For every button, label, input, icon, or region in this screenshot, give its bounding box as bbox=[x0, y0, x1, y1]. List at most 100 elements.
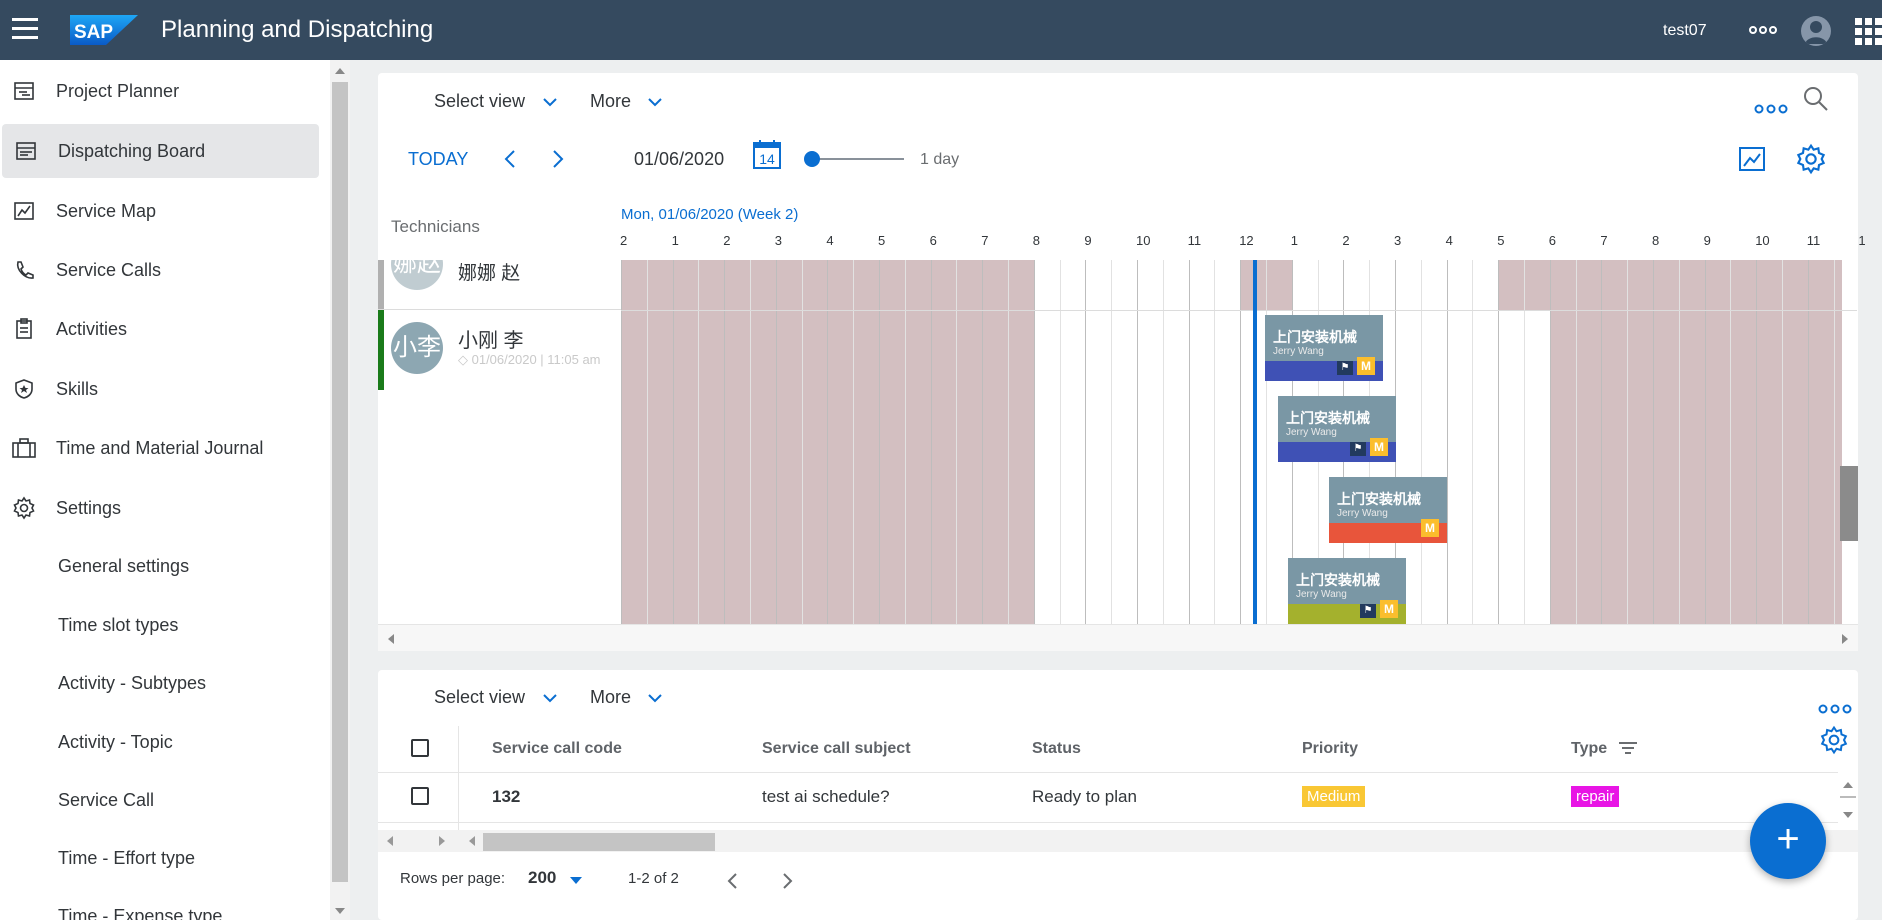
date-input[interactable]: 01/06/2020 bbox=[634, 149, 724, 170]
grid-line bbox=[1214, 260, 1216, 624]
map-icon bbox=[12, 199, 36, 223]
activity-block[interactable]: 上门安装机械 Jerry Wang ⚑ M bbox=[1278, 396, 1396, 462]
sidebar-item-project-planner[interactable]: Project Planner bbox=[0, 64, 317, 118]
sidebar-subitem-service-call[interactable]: Service Call bbox=[58, 784, 154, 816]
select-view-button[interactable]: Select view bbox=[434, 91, 525, 112]
grid-line bbox=[1653, 260, 1654, 624]
scroll-left-icon[interactable] bbox=[388, 634, 394, 644]
sidebar-item-label: Time and Material Journal bbox=[56, 437, 264, 458]
side-navigation: Project Planner Dispatching Board Servic… bbox=[0, 60, 330, 920]
more-button[interactable]: More bbox=[590, 687, 631, 708]
next-page-icon[interactable] bbox=[782, 872, 794, 890]
activity-block[interactable]: 上门安装机械 Jerry Wang ⚑ M bbox=[1288, 558, 1406, 624]
grid-line bbox=[827, 260, 829, 624]
column-header-priority[interactable]: Priority bbox=[1302, 740, 1358, 758]
product-switch-icon[interactable] bbox=[1855, 18, 1882, 45]
scrollbar-thumb[interactable] bbox=[332, 82, 348, 882]
rows-per-page-select[interactable]: 200 bbox=[528, 868, 556, 888]
sidebar-item-time-material[interactable]: Time and Material Journal bbox=[0, 421, 317, 475]
next-icon[interactable] bbox=[552, 149, 564, 169]
scroll-left-icon[interactable] bbox=[468, 836, 476, 846]
sidenav-scrollbar[interactable] bbox=[330, 60, 350, 920]
technician-row[interactable]: 娜赵 娜娜 赵 bbox=[378, 260, 621, 310]
activity-title: 上门安装机械 bbox=[1286, 410, 1370, 426]
more-options-icon[interactable] bbox=[1748, 20, 1778, 36]
hour-tick-label: 9 bbox=[1703, 233, 1711, 248]
scroll-left-icon[interactable] bbox=[386, 836, 394, 846]
overflow-icon[interactable] bbox=[1754, 101, 1788, 115]
sidebar-subitem-time-effort-type[interactable]: Time - Effort type bbox=[58, 842, 195, 874]
chevron-down-icon[interactable] bbox=[543, 694, 557, 703]
hour-tick-label: 5 bbox=[1497, 233, 1505, 248]
today-button[interactable]: TODAY bbox=[408, 149, 468, 170]
more-button[interactable]: More bbox=[590, 91, 631, 112]
priority-badge: M bbox=[1357, 357, 1375, 375]
user-name[interactable]: test07 bbox=[1663, 22, 1707, 40]
column-header-status[interactable]: Status bbox=[1032, 740, 1081, 758]
caret-down-icon[interactable] bbox=[570, 877, 582, 885]
sidebar-subitem-activity-subtypes[interactable]: Activity - Subtypes bbox=[58, 667, 206, 699]
table-horizontal-scrollbar[interactable] bbox=[378, 830, 1858, 852]
sidebar-subitem-time-slot-types[interactable]: Time slot types bbox=[58, 609, 178, 641]
service-call-code-link[interactable]: 132 bbox=[492, 787, 520, 807]
table-vertical-scrollbar[interactable] bbox=[1838, 778, 1858, 822]
technician-row[interactable]: 小李 小刚 李 ◇ 01/06/2020 | 11:05 am bbox=[378, 310, 621, 390]
pagination-range: 1-2 of 2 bbox=[628, 870, 679, 887]
sidebar-subitem-activity-topic[interactable]: Activity - Topic bbox=[58, 726, 173, 758]
gantt-horizontal-scrollbar[interactable] bbox=[378, 624, 1858, 651]
sidebar-subitem-time-expense-type[interactable]: Time - Expense type bbox=[58, 900, 222, 920]
add-button[interactable]: + bbox=[1750, 803, 1826, 879]
grid-line bbox=[982, 260, 984, 624]
map-view-icon[interactable] bbox=[1738, 145, 1766, 173]
scroll-up-icon[interactable] bbox=[335, 68, 345, 74]
activity-block[interactable]: 上门安装机械 Jerry Wang M bbox=[1329, 477, 1447, 543]
grid-line bbox=[1472, 260, 1474, 624]
calendar-icon[interactable]: 14 bbox=[753, 139, 781, 169]
column-header-subject[interactable]: Service call subject bbox=[762, 740, 911, 758]
scrollbar-thumb[interactable] bbox=[483, 833, 715, 851]
gantt-vertical-scrollbar[interactable] bbox=[1840, 466, 1858, 541]
chevron-down-icon[interactable] bbox=[648, 98, 662, 107]
menu-icon[interactable] bbox=[12, 18, 38, 40]
svg-text:SAP: SAP bbox=[74, 22, 113, 43]
search-icon[interactable] bbox=[1802, 85, 1830, 113]
overflow-icon[interactable] bbox=[1818, 702, 1852, 716]
scroll-right-icon[interactable] bbox=[438, 836, 446, 846]
hour-tick-label: 1 bbox=[1858, 233, 1866, 248]
sidebar-item-skills[interactable]: Skills bbox=[0, 362, 317, 416]
grid-line bbox=[1833, 260, 1835, 624]
sidebar-item-label: Service Map bbox=[56, 200, 157, 221]
filter-icon[interactable] bbox=[1618, 740, 1638, 756]
gantt-timeline[interactable]: 上门安装机械 Jerry Wang ⚑ M 上门安装机械 Jerry Wang … bbox=[621, 260, 1857, 624]
settings-gear-icon[interactable] bbox=[1795, 143, 1827, 175]
select-all-checkbox[interactable] bbox=[411, 739, 429, 757]
chevron-down-icon[interactable] bbox=[648, 694, 662, 703]
sidebar-item-service-map[interactable]: Service Map bbox=[0, 184, 317, 238]
technicians-header: Technicians bbox=[391, 217, 480, 236]
grid-line bbox=[1782, 260, 1783, 624]
sidebar-subitem-general-settings[interactable]: General settings bbox=[58, 550, 189, 582]
sidebar-item-dispatching-board[interactable]: Dispatching Board bbox=[2, 124, 319, 178]
activity-block[interactable]: 上门安装机械 Jerry Wang ⚑ M bbox=[1265, 315, 1383, 381]
chevron-down-icon[interactable] bbox=[543, 98, 557, 107]
column-header-type[interactable]: Type bbox=[1571, 740, 1607, 758]
zoom-slider[interactable] bbox=[804, 149, 904, 169]
previous-page-icon[interactable] bbox=[726, 872, 738, 890]
scroll-right-icon[interactable] bbox=[1842, 634, 1848, 644]
type-badge: repair bbox=[1571, 786, 1620, 807]
sidebar-item-settings[interactable]: Settings bbox=[0, 481, 317, 535]
user-avatar-icon[interactable] bbox=[1801, 16, 1831, 46]
sidebar-item-activities[interactable]: Activities bbox=[0, 302, 317, 356]
settings-gear-icon[interactable] bbox=[1819, 725, 1849, 755]
sidebar-item-service-calls[interactable]: Service Calls bbox=[0, 243, 317, 297]
hour-tick-label: 9 bbox=[1084, 233, 1092, 248]
slider-knob[interactable] bbox=[804, 151, 820, 167]
grid-line bbox=[724, 260, 726, 624]
select-view-button[interactable]: Select view bbox=[434, 687, 525, 708]
grid-line bbox=[1575, 260, 1577, 624]
scroll-down-icon[interactable] bbox=[335, 908, 345, 914]
dispatching-board-icon bbox=[14, 139, 38, 163]
column-header-code[interactable]: Service call code bbox=[492, 740, 622, 758]
previous-icon[interactable] bbox=[504, 149, 516, 169]
row-checkbox[interactable] bbox=[411, 787, 429, 805]
